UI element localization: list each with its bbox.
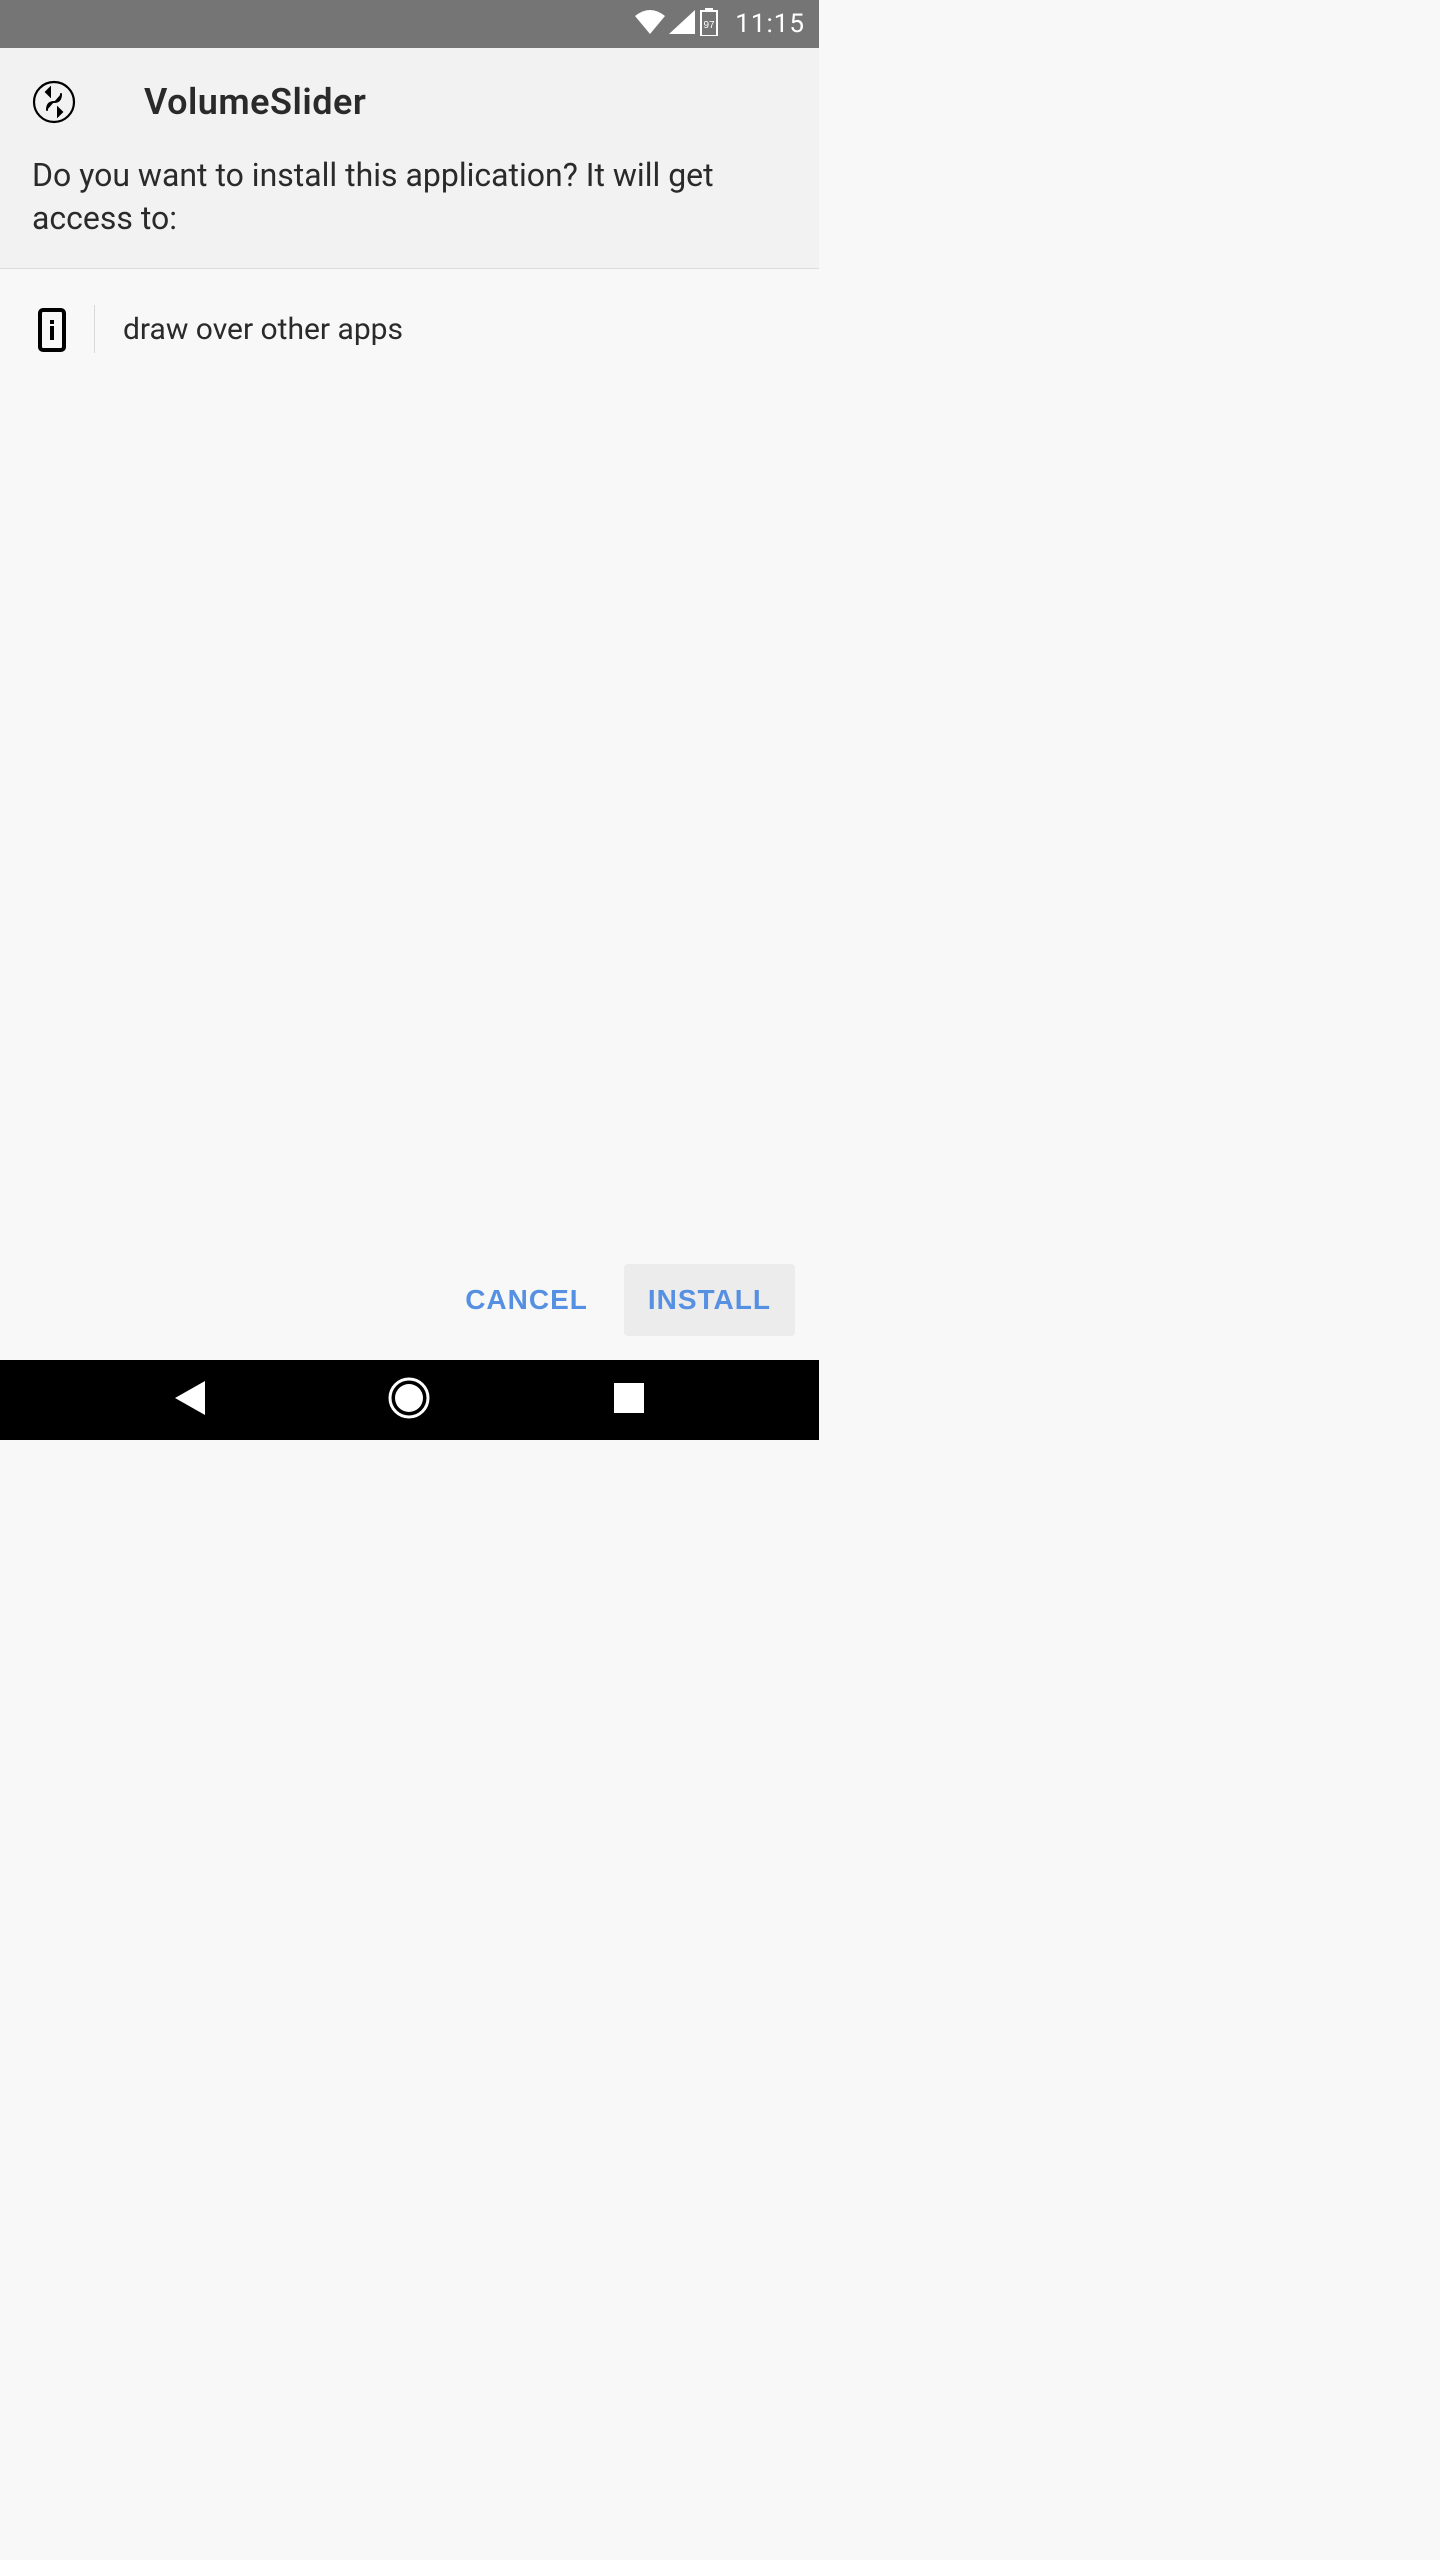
install-prompt-text: Do you want to install this application?… <box>32 154 787 240</box>
status-icons: 97 <box>635 8 719 40</box>
device-info-icon <box>36 308 68 350</box>
home-icon <box>388 1377 430 1423</box>
svg-text:97: 97 <box>704 20 716 31</box>
navigation-bar <box>0 1360 819 1440</box>
status-bar: 97 11:15 <box>0 0 819 48</box>
app-title-row: VolumeSlider <box>32 80 787 124</box>
cellular-icon <box>669 10 695 38</box>
permission-divider <box>94 305 95 353</box>
nav-recent-button[interactable] <box>607 1378 651 1422</box>
back-icon <box>175 1381 205 1419</box>
cancel-button[interactable]: CANCEL <box>441 1264 612 1336</box>
nav-back-button[interactable] <box>168 1378 212 1422</box>
install-button[interactable]: INSTALL <box>624 1264 795 1336</box>
permission-label: draw over other apps <box>123 312 403 347</box>
app-name: VolumeSlider <box>144 81 366 123</box>
square-icon <box>614 1383 644 1417</box>
nav-home-button[interactable] <box>387 1378 431 1422</box>
clock-time: 11:15 <box>735 9 805 39</box>
app-icon <box>32 80 76 124</box>
permission-item: draw over other apps <box>0 291 819 367</box>
battery-icon: 97 <box>699 8 719 40</box>
wifi-icon <box>635 10 665 38</box>
permissions-list: draw over other apps <box>0 269 819 1246</box>
action-button-bar: CANCEL INSTALL <box>0 1246 819 1360</box>
install-header: VolumeSlider Do you want to install this… <box>0 48 819 269</box>
